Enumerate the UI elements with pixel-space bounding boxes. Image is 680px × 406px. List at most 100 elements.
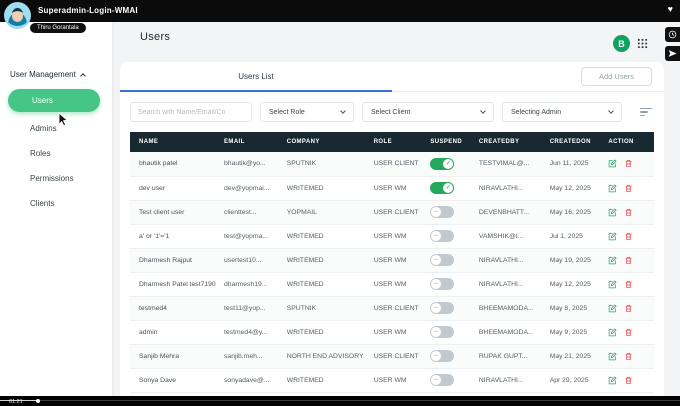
suspend-toggle[interactable]: ✓	[430, 182, 455, 194]
cell-createdby: TESTVIMAL@...	[473, 152, 545, 177]
sidebar-item-permissions[interactable]: Permissions	[0, 166, 112, 191]
suspend-toggle[interactable]: –	[430, 374, 455, 386]
cell-role: USER WM	[368, 272, 426, 297]
delete-icon[interactable]	[624, 352, 633, 361]
tab-users-list[interactable]: Users List	[120, 62, 392, 92]
edit-icon[interactable]	[608, 159, 617, 168]
delete-icon[interactable]	[624, 328, 633, 337]
suspend-toggle[interactable]: –	[430, 326, 455, 338]
cell-email: sonyadave@...	[219, 368, 282, 393]
cell-company: WRITEMED	[281, 272, 369, 297]
table-row: admin testmed4@y... WRITEMED USER WM – BHEEMA…	[130, 320, 654, 345]
cell-action	[603, 368, 654, 393]
admin-select-value: Selecting Admin	[511, 108, 562, 116]
edit-icon[interactable]	[608, 207, 617, 217]
col-suspend: SUSPEND	[425, 132, 474, 152]
edit-icon[interactable]	[608, 375, 617, 385]
cell-suspend: –	[425, 272, 474, 297]
suspend-toggle[interactable]: –	[430, 278, 455, 290]
search-input[interactable]	[130, 102, 252, 122]
delete-icon[interactable]	[624, 232, 633, 241]
sort-filter-icon[interactable]	[640, 107, 654, 117]
top-bar: Superadmin-Login-WMAI	[0, 0, 680, 22]
progress-track[interactable]	[0, 400, 680, 401]
cell-role: USER CLIENT	[368, 296, 426, 321]
cell-company: NORTH END ADVISORY	[281, 344, 369, 369]
suspend-toggle[interactable]: –	[430, 230, 455, 242]
cell-email: test11@yop...	[219, 296, 282, 321]
delete-icon[interactable]	[624, 280, 633, 289]
sidebar-item-users[interactable]: Users	[8, 89, 100, 112]
cell-createdon: May 12, 2025	[544, 176, 604, 201]
edit-icon[interactable]	[608, 255, 617, 265]
avatar[interactable]: B	[613, 35, 630, 52]
cell-createdon: May 19, 2025	[544, 248, 604, 273]
cell-createdby: BHEEMAMODA...	[473, 320, 545, 345]
table-row: Test client user clienttest... YOPMAIL USER…	[130, 200, 654, 225]
delete-icon[interactable]	[624, 184, 633, 193]
cell-company: WRITEMED	[281, 248, 369, 273]
table-header-row: NAME EMAIL COMPANY ROLE SUSPEND CREATEDB…	[130, 132, 654, 152]
cell-createdby: NIRAVLATHI...	[473, 272, 545, 297]
col-name: NAME	[130, 132, 220, 152]
delete-icon[interactable]	[624, 256, 633, 265]
client-select-value: Select Client	[371, 108, 411, 116]
table-row: Dharmesh Patel test7190 dharmesh19... WRIT…	[130, 272, 654, 297]
edit-icon[interactable]	[608, 327, 617, 337]
cell-name: Sonya Dave	[130, 368, 220, 393]
table-row: a' or '1'='1 test@yopma... WRITEMED USER WM…	[130, 224, 654, 249]
apps-grid-icon[interactable]	[637, 38, 648, 49]
role-select[interactable]: Select Role	[260, 102, 354, 122]
cell-createdby: DEVENBHATT...	[473, 200, 545, 225]
table-row: dev user dev@yopmai... WRITEMED USER WM ✓ NIR…	[130, 176, 654, 201]
cell-action	[603, 224, 654, 249]
delete-icon[interactable]	[624, 208, 633, 217]
clock-icon[interactable]	[665, 27, 680, 42]
chevron-down-icon	[608, 108, 614, 114]
edit-icon[interactable]	[608, 183, 617, 193]
suspend-toggle[interactable]: –	[430, 206, 455, 218]
edit-icon[interactable]	[608, 303, 617, 313]
add-users-button[interactable]: Add Users	[580, 67, 652, 86]
sidebar-section-user-management[interactable]: User Management	[10, 70, 112, 79]
filters-bar: Select Role Select Client Selecting Admi…	[130, 102, 654, 122]
cell-name: Sanjib Mehra	[130, 344, 220, 369]
cell-createdon: May 16, 2025	[544, 200, 604, 225]
cell-email: test@yopma...	[219, 224, 282, 249]
send-icon[interactable]	[665, 46, 680, 61]
sidebar-item-roles[interactable]: Roles	[0, 141, 112, 166]
cell-email: dharmesh19...	[219, 272, 282, 297]
delete-icon[interactable]	[624, 304, 633, 313]
admin-select[interactable]: Selecting Admin	[502, 102, 622, 122]
sidebar-item-clients[interactable]: Clients	[0, 191, 112, 216]
cell-name: Dharmesh Patel test7190	[130, 272, 220, 297]
edit-icon[interactable]	[608, 231, 617, 241]
heart-icon[interactable]: ♥	[668, 4, 673, 14]
table-row: bhautik patel bhautik@yo... SPUTNIK USER CL…	[130, 152, 654, 177]
delete-icon[interactable]	[624, 159, 633, 168]
progress-handle[interactable]	[36, 398, 40, 403]
delete-icon[interactable]	[624, 376, 633, 385]
toggle-knob: –	[431, 375, 442, 385]
sidebar-item-admins[interactable]: Admins	[0, 116, 112, 141]
suspend-toggle[interactable]: –	[430, 254, 455, 266]
suspend-toggle[interactable]: –	[430, 350, 455, 362]
sidebar-section-label: User Management	[10, 70, 76, 79]
cell-email: dev@yopmai...	[219, 176, 282, 201]
cell-createdby: RUPAK GUPT...	[473, 344, 545, 369]
cell-action	[603, 272, 654, 297]
edit-icon[interactable]	[608, 351, 617, 361]
chevron-down-icon	[480, 108, 486, 114]
suspend-toggle[interactable]: –	[430, 302, 455, 314]
users-table: NAME EMAIL COMPANY ROLE SUSPEND CREATEDB…	[130, 132, 654, 393]
client-select[interactable]: Select Client	[362, 102, 494, 122]
suspend-toggle[interactable]: ✓	[430, 157, 455, 170]
cell-name: bhautik patel	[130, 152, 220, 177]
cell-action	[603, 296, 654, 321]
col-action: ACTION	[603, 132, 654, 152]
toggle-knob: –	[431, 351, 442, 361]
col-company: COMPANY	[281, 132, 369, 152]
cell-company: WRITEMED	[281, 176, 369, 201]
cell-company: SPUTNIK	[281, 296, 369, 321]
edit-icon[interactable]	[608, 279, 617, 289]
